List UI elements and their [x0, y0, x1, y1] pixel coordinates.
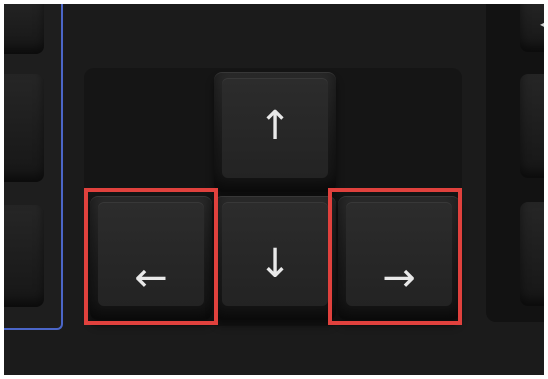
partial-key-left-3	[0, 205, 44, 307]
up-arrow-icon: ↑	[258, 103, 292, 149]
keyboard-photo: ◂ ▪ ↑ ← ↓ →	[0, 0, 548, 379]
right-arrow-icon: →	[382, 255, 416, 301]
down-arrow-icon: ↓	[258, 241, 292, 287]
partial-key-right-3	[520, 202, 548, 306]
partial-key-left-1	[0, 0, 44, 54]
down-arrow-key[interactable]: ↓	[214, 196, 336, 320]
up-arrow-key[interactable]: ↑	[214, 72, 336, 192]
partial-key-right-mark-2: ▪	[543, 144, 548, 158]
left-arrow-icon: ←	[134, 255, 168, 301]
right-arrow-key[interactable]: →	[338, 196, 460, 320]
partial-key-left-2	[0, 74, 44, 182]
left-arrow-key[interactable]: ←	[90, 196, 212, 320]
partial-key-right-mark-1: ◂	[540, 17, 547, 31]
partial-key-right-2	[520, 74, 548, 178]
